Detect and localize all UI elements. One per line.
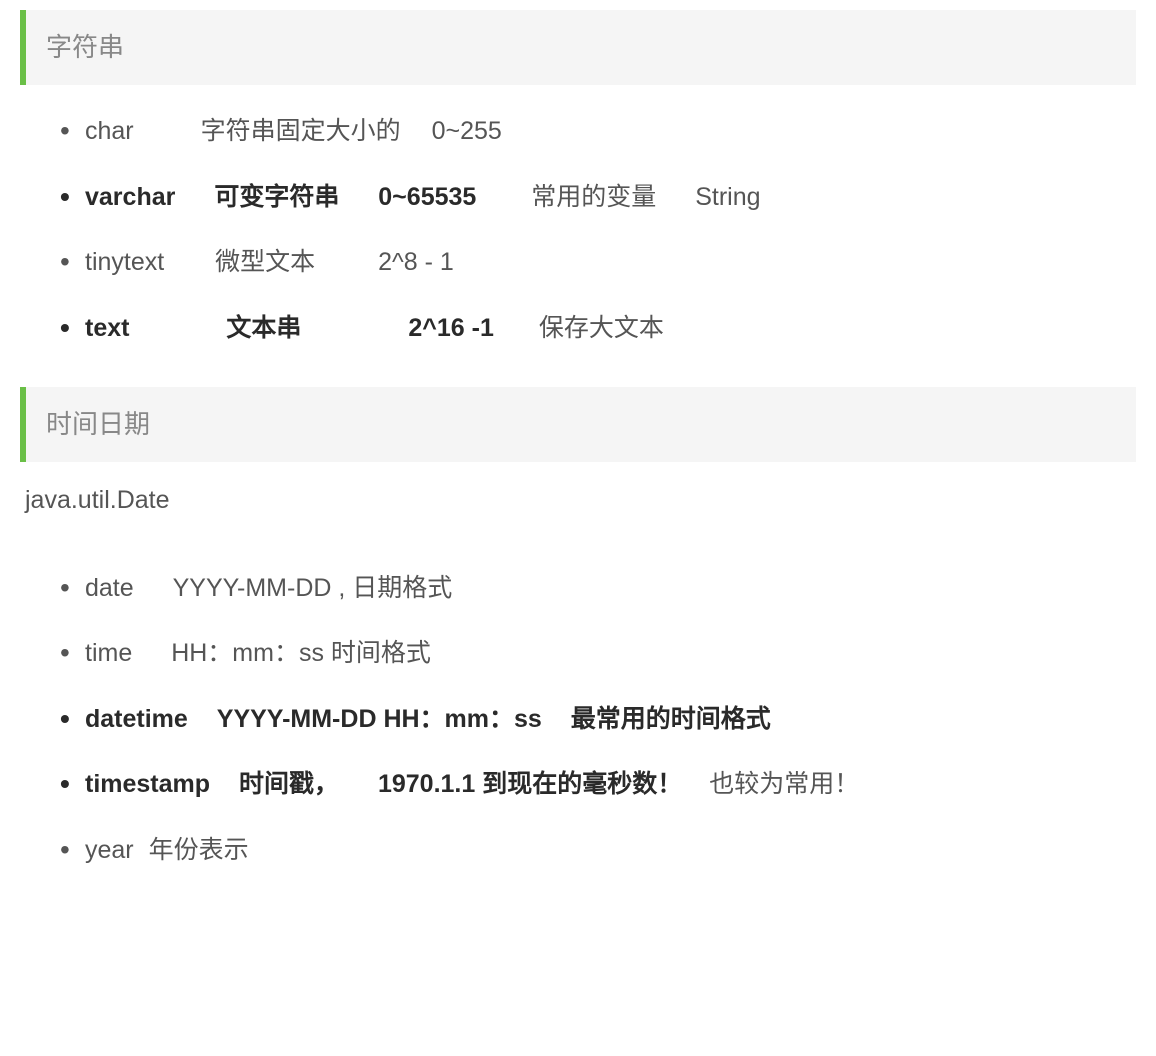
type-name: year <box>85 836 134 864</box>
list-item: year 年份表示 <box>60 832 1136 870</box>
list-item: char 字符串固定大小的 0~255 <box>60 113 1136 151</box>
type-desc: 字符串固定大小的 <box>201 117 401 145</box>
type-desc: YYYY-MM-DD HH：mm：ss <box>217 705 542 733</box>
type-desc: 微型文本 <box>215 248 315 276</box>
type-note: 最常用的时间格式 <box>571 705 771 733</box>
list-item: datetime YYYY-MM-DD HH：mm：ss 最常用的时间格式 <box>60 701 1136 739</box>
type-range: 2^8 - 1 <box>378 248 454 276</box>
type-range: 0~255 <box>432 117 502 145</box>
type-note: 也较为常用！ <box>709 770 859 798</box>
type-name: date <box>85 574 134 602</box>
type-range: 1970.1.1 到现在的毫秒数！ <box>378 770 682 798</box>
string-type-list: char 字符串固定大小的 0~255 varchar 可变字符串 0~6553… <box>20 113 1136 347</box>
type-name: timestamp <box>85 770 210 798</box>
type-name: text <box>85 314 129 342</box>
section-title: 字符串 <box>46 32 124 62</box>
section-title: 时间日期 <box>46 409 150 439</box>
type-note: 常用的变量 <box>531 183 656 211</box>
section-header-datetime: 时间日期 <box>20 387 1136 462</box>
type-note: 保存大文本 <box>539 314 664 342</box>
datetime-type-list: date YYYY-MM-DD , 日期格式 time HH：mm：ss 时间格… <box>20 570 1136 870</box>
type-desc: 文本串 <box>226 314 301 342</box>
type-name: time <box>85 639 132 667</box>
list-item: date YYYY-MM-DD , 日期格式 <box>60 570 1136 608</box>
type-range: 2^16 -1 <box>408 314 494 342</box>
list-item: timestamp 时间戳， 1970.1.1 到现在的毫秒数！ 也较为常用！ <box>60 766 1136 804</box>
type-extra: String <box>695 183 760 211</box>
type-desc: 可变字符串 <box>214 183 339 211</box>
type-desc: 年份表示 <box>149 836 249 864</box>
type-name: char <box>85 117 134 145</box>
type-range: 0~65535 <box>378 183 476 211</box>
type-desc: YYYY-MM-DD , 日期格式 <box>173 574 453 602</box>
type-name: tinytext <box>85 248 164 276</box>
type-desc: HH：mm：ss 时间格式 <box>171 639 431 667</box>
type-name: varchar <box>85 183 175 211</box>
section-header-string: 字符串 <box>20 10 1136 85</box>
body-text: java.util.Date <box>20 482 1136 520</box>
list-item: tinytext 微型文本 2^8 - 1 <box>60 244 1136 282</box>
list-item: time HH：mm：ss 时间格式 <box>60 635 1136 673</box>
list-item: varchar 可变字符串 0~65535 常用的变量 String <box>60 179 1136 217</box>
list-item: text 文本串 2^16 -1 保存大文本 <box>60 310 1136 348</box>
type-name: datetime <box>85 705 188 733</box>
type-desc: 时间戳， <box>239 770 339 798</box>
